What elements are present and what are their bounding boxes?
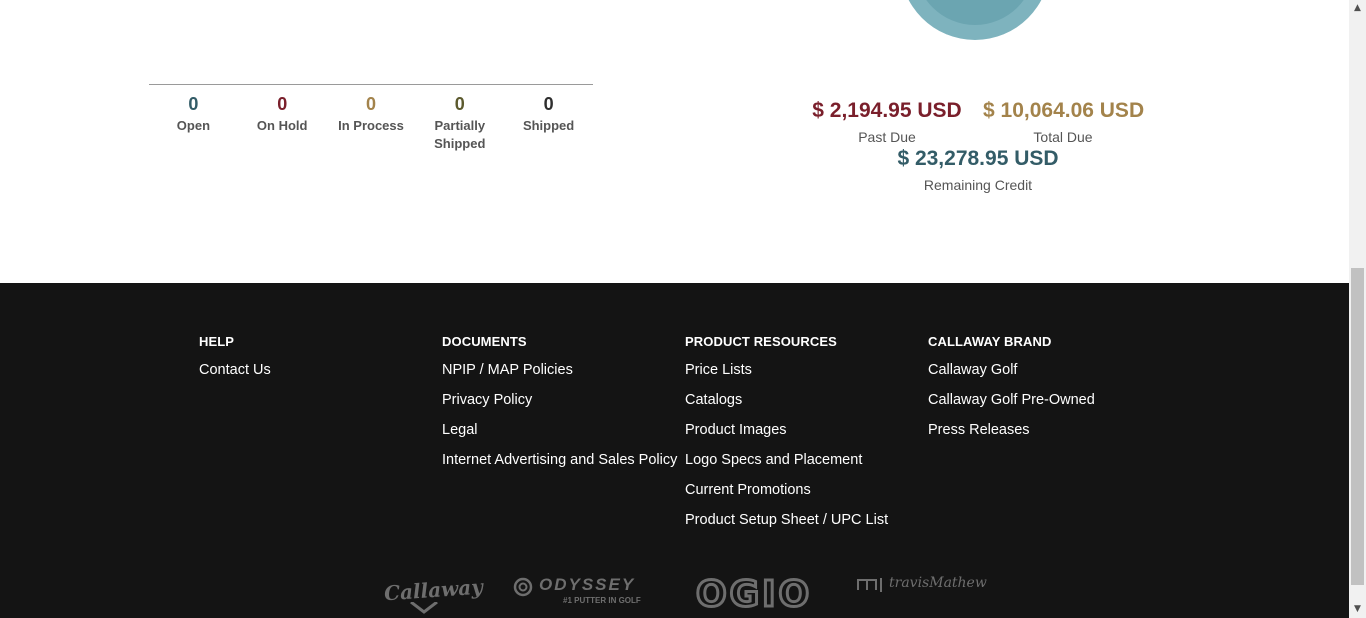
footer-column-callaway-brand: CALLAWAY BRAND Callaway Golf Callaway Go…	[928, 333, 1095, 451]
status-count: 0	[365, 94, 376, 114]
status-count: 0	[454, 94, 465, 114]
total-due-value: $ 10,064.06 USD	[983, 99, 1145, 122]
remaining-credit-amount: $ 23,278.95 USD Remaining Credit	[893, 146, 1063, 194]
remaining-credit-value: $ 23,278.95 USD	[897, 147, 1059, 170]
page: 0 Open 0 On Hold 0 In Process 0 Partiall…	[0, 0, 1349, 618]
remaining-credit-label: Remaining Credit	[923, 177, 1033, 193]
footer-column-help: HELP Contact Us	[199, 333, 271, 391]
order-status-counters: 0 Open 0 On Hold 0 In Process 0 Partiall…	[149, 92, 593, 153]
past-due-label: Past Due	[858, 129, 916, 145]
past-due-value: $ 2,194.95 USD	[812, 99, 962, 122]
footer-link-callaway-golf[interactable]: Callaway Golf	[928, 361, 1095, 391]
travismathew-tm-icon	[857, 578, 882, 592]
status-label: Open	[176, 118, 211, 133]
odyssey-tagline: #1 PUTTER IN GOLF	[563, 596, 641, 605]
footer-link-logo-specs[interactable]: Logo Specs and Placement	[685, 451, 888, 481]
footer-column-title: PRODUCT RESOURCES	[685, 334, 837, 349]
scroll-up-arrow-icon[interactable]: ▲	[1349, 0, 1366, 17]
footer-link-npip-map-policies[interactable]: NPIP / MAP Policies	[442, 361, 677, 391]
total-due-amount: $ 10,064.06 USD Total Due	[983, 98, 1145, 146]
footer-link-catalogs[interactable]: Catalogs	[685, 391, 888, 421]
status-on-hold[interactable]: 0 On Hold	[238, 92, 327, 153]
status-label: On Hold	[256, 118, 308, 133]
callaway-wordmark: Callaway	[383, 574, 484, 606]
footer-column-title: CALLAWAY BRAND	[928, 334, 1052, 349]
brand-logos: Callaway ODYSSEY #1 PUTTER IN GOLF OGIO …	[0, 574, 1349, 618]
status-label: Partially Shipped	[434, 118, 486, 151]
footer-link-legal[interactable]: Legal	[442, 421, 677, 451]
footer-column-title: HELP	[199, 334, 235, 349]
status-label: In Process	[338, 118, 404, 133]
footer-link-product-setup-sheet[interactable]: Product Setup Sheet / UPC List	[685, 511, 888, 541]
past-due-amount: $ 2,194.95 USD Past Due	[812, 98, 962, 146]
travismathew-wordmark: travisMathew	[889, 575, 987, 591]
odyssey-wordmark: ODYSSEY	[539, 575, 636, 594]
ogio-wordmark: OGIO	[694, 574, 813, 615]
site-footer: HELP Contact Us DOCUMENTS NPIP / MAP Pol…	[0, 283, 1349, 618]
total-due-label: Total Due	[1033, 129, 1093, 145]
footer-column-product-resources: PRODUCT RESOURCES Price Lists Catalogs P…	[685, 333, 888, 541]
order-status-divider	[149, 84, 593, 85]
scroll-down-arrow-icon[interactable]: ▼	[1349, 601, 1366, 618]
odyssey-swirl-icon	[513, 577, 533, 597]
footer-column-documents: DOCUMENTS NPIP / MAP Policies Privacy Po…	[442, 333, 677, 481]
ogio-logo[interactable]: OGIO	[694, 574, 813, 615]
account-summary-section: 0 Open 0 On Hold 0 In Process 0 Partiall…	[0, 0, 1349, 283]
status-open[interactable]: 0 Open	[149, 92, 238, 153]
status-label: Shipped	[522, 118, 575, 133]
footer-link-callaway-pre-owned[interactable]: Callaway Golf Pre-Owned	[928, 391, 1095, 421]
footer-link-press-releases[interactable]: Press Releases	[928, 421, 1095, 451]
scrollbar-thumb[interactable]	[1351, 268, 1364, 585]
callaway-logo[interactable]: Callaway	[383, 575, 484, 614]
status-count: 0	[543, 94, 554, 114]
footer-link-contact-us[interactable]: Contact Us	[199, 361, 271, 391]
footer-column-title: DOCUMENTS	[442, 334, 527, 349]
footer-link-product-images[interactable]: Product Images	[685, 421, 888, 451]
status-shipped[interactable]: 0 Shipped	[504, 92, 593, 153]
footer-link-current-promotions[interactable]: Current Promotions	[685, 481, 888, 511]
status-partially-shipped[interactable]: 0 Partially Shipped	[415, 92, 504, 153]
footer-link-price-lists[interactable]: Price Lists	[685, 361, 888, 391]
status-in-process[interactable]: 0 In Process	[327, 92, 416, 153]
callaway-chevron-icon	[410, 602, 438, 614]
footer-link-privacy-policy[interactable]: Privacy Policy	[442, 391, 677, 421]
status-count: 0	[188, 94, 199, 114]
footer-link-internet-advertising[interactable]: Internet Advertising and Sales Policy	[442, 451, 677, 481]
status-count: 0	[277, 94, 288, 114]
